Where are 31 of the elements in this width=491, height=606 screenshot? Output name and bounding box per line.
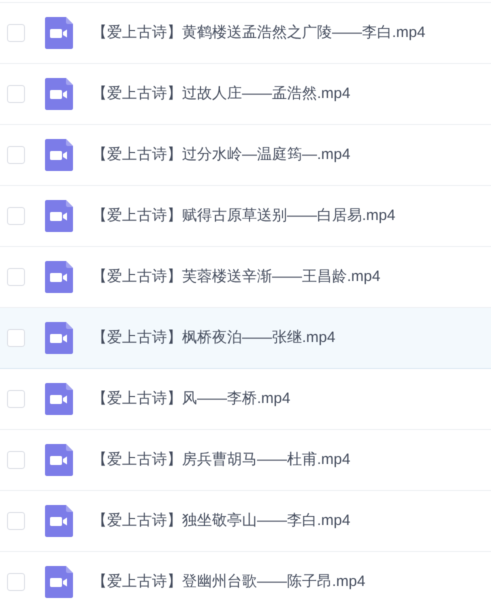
video-file-icon	[45, 139, 73, 171]
video-file-icon	[45, 200, 73, 232]
video-file-icon	[45, 566, 73, 598]
file-name: 【爱上古诗】过故人庄——孟浩然.mp4	[92, 84, 350, 104]
file-name: 【爱上古诗】过分水岭—温庭筠—.mp4	[92, 144, 350, 165]
checkbox[interactable]	[7, 24, 25, 42]
file-name: 【爱上古诗】房兵曹胡马——杜甫.mp4	[92, 450, 350, 470]
checkbox[interactable]	[7, 85, 25, 103]
checkbox[interactable]	[7, 207, 25, 225]
video-file-icon	[45, 322, 73, 354]
file-name: 【爱上古诗】黄鹤楼送孟浩然之广陵——李白.mp4	[92, 22, 426, 43]
checkbox[interactable]	[7, 268, 25, 286]
checkbox[interactable]	[7, 390, 25, 408]
file-name: 【爱上古诗】枫桥夜泊——张继.mp4	[92, 328, 336, 348]
file-name: 【爱上古诗】芙蓉楼送辛渐——王昌龄.mp4	[92, 266, 380, 287]
checkbox[interactable]	[7, 451, 25, 469]
video-file-icon	[45, 505, 73, 537]
video-file-icon	[45, 17, 73, 49]
file-name: 【爱上古诗】独坐敬亭山——李白.mp4	[92, 510, 350, 531]
video-file-icon	[45, 444, 73, 476]
checkbox[interactable]	[7, 573, 25, 591]
video-file-icon	[45, 261, 73, 293]
checkbox[interactable]	[7, 329, 25, 347]
file-name: 【爱上古诗】风——李桥.mp4	[92, 388, 290, 409]
file-name: 【爱上古诗】登幽州台歌——陈子昂.mp4	[92, 572, 366, 592]
video-file-icon	[45, 78, 73, 110]
file-row[interactable]: 【爱上古诗】枫桥夜泊——张继.mp4	[0, 308, 491, 369]
checkbox[interactable]	[7, 146, 25, 164]
checkbox[interactable]	[7, 512, 25, 530]
video-file-icon	[45, 383, 73, 415]
file-name: 【爱上古诗】赋得古原草送别——白居易.mp4	[92, 206, 396, 226]
